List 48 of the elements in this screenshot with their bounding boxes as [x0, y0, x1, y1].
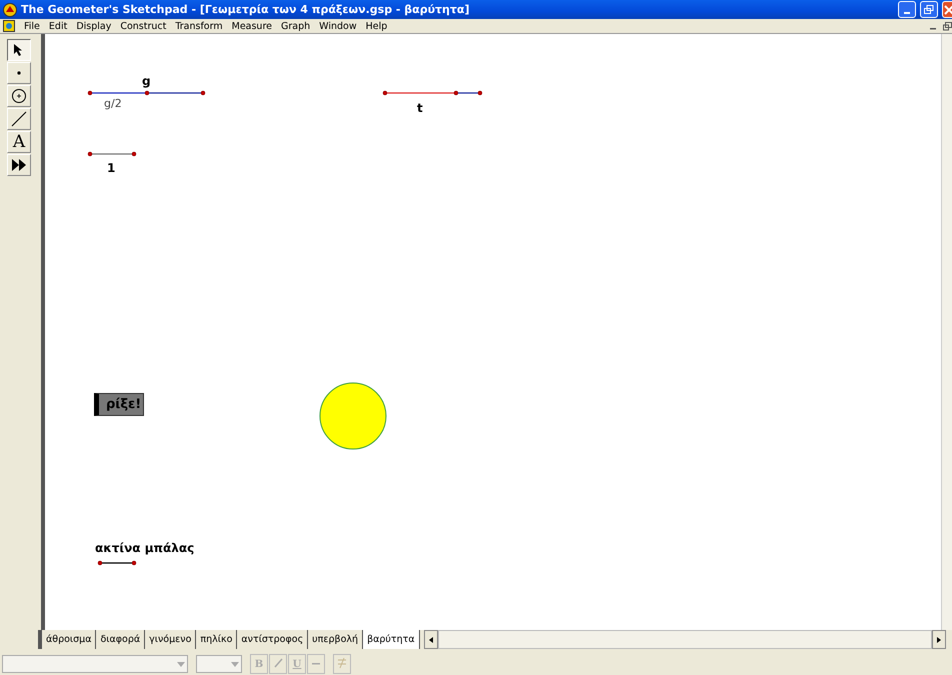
menu-item[interactable]: Window [319, 20, 357, 32]
color-button[interactable] [307, 654, 325, 674]
segment-label: g [142, 74, 151, 88]
menu-item[interactable]: Construct [120, 20, 166, 32]
menu-item[interactable]: Edit [48, 20, 68, 32]
menu-item[interactable]: Measure [232, 20, 272, 32]
left-arrow-icon [428, 636, 433, 642]
menu-item[interactable]: Help [366, 20, 388, 32]
minimize-icon [904, 12, 910, 14]
segment-label: 1 [107, 161, 116, 175]
window-title: The Geometer's Sketchpad - [Γεωμετρία των 4 πράξεων.gsp - βαρύτητα] [21, 3, 470, 16]
caret-icon [177, 662, 185, 666]
text-tool-label: A [12, 132, 26, 152]
menu-item[interactable]: Display [76, 20, 112, 32]
segment-label: ακτίνα μπάλας [95, 541, 194, 555]
close-button[interactable] [942, 1, 952, 18]
menu-item[interactable]: Transform [175, 20, 223, 32]
vertical-scrollbar[interactable] [941, 34, 952, 630]
fast-forward-icon [11, 158, 27, 172]
right-arrow-icon [937, 636, 941, 642]
line-segment [98, 561, 136, 565]
caret-icon [231, 662, 239, 666]
tool-button[interactable] [7, 39, 31, 61]
circle [319, 382, 387, 450]
slash-icon [273, 658, 283, 668]
dash-icon [312, 662, 320, 666]
segment-label: g/2 [104, 97, 122, 110]
horizontal-scrollbar[interactable] [438, 630, 932, 649]
action-button[interactable]: ρίξε! [94, 393, 144, 416]
app-icon [3, 2, 17, 16]
segment-label: t [417, 101, 423, 115]
restore-button[interactable] [920, 1, 938, 18]
close-icon [944, 4, 952, 14]
page-tab[interactable]: βαρύτητα [363, 630, 420, 649]
menu-item[interactable]: Graph [281, 20, 310, 32]
fraction-icon [336, 656, 348, 670]
minimize-button[interactable] [898, 1, 916, 18]
scroll-right-button[interactable] [932, 630, 946, 649]
scroll-left-button[interactable] [424, 630, 438, 649]
menu-item[interactable]: File [24, 20, 40, 32]
size-dropdown[interactable] [196, 655, 242, 673]
document-icon [3, 20, 15, 32]
circle-icon [11, 88, 27, 104]
line-segment [88, 152, 136, 156]
point-icon [17, 71, 21, 75]
tool-button[interactable]: A [7, 131, 31, 153]
line-icon [11, 111, 27, 127]
font-dropdown[interactable] [2, 655, 188, 673]
